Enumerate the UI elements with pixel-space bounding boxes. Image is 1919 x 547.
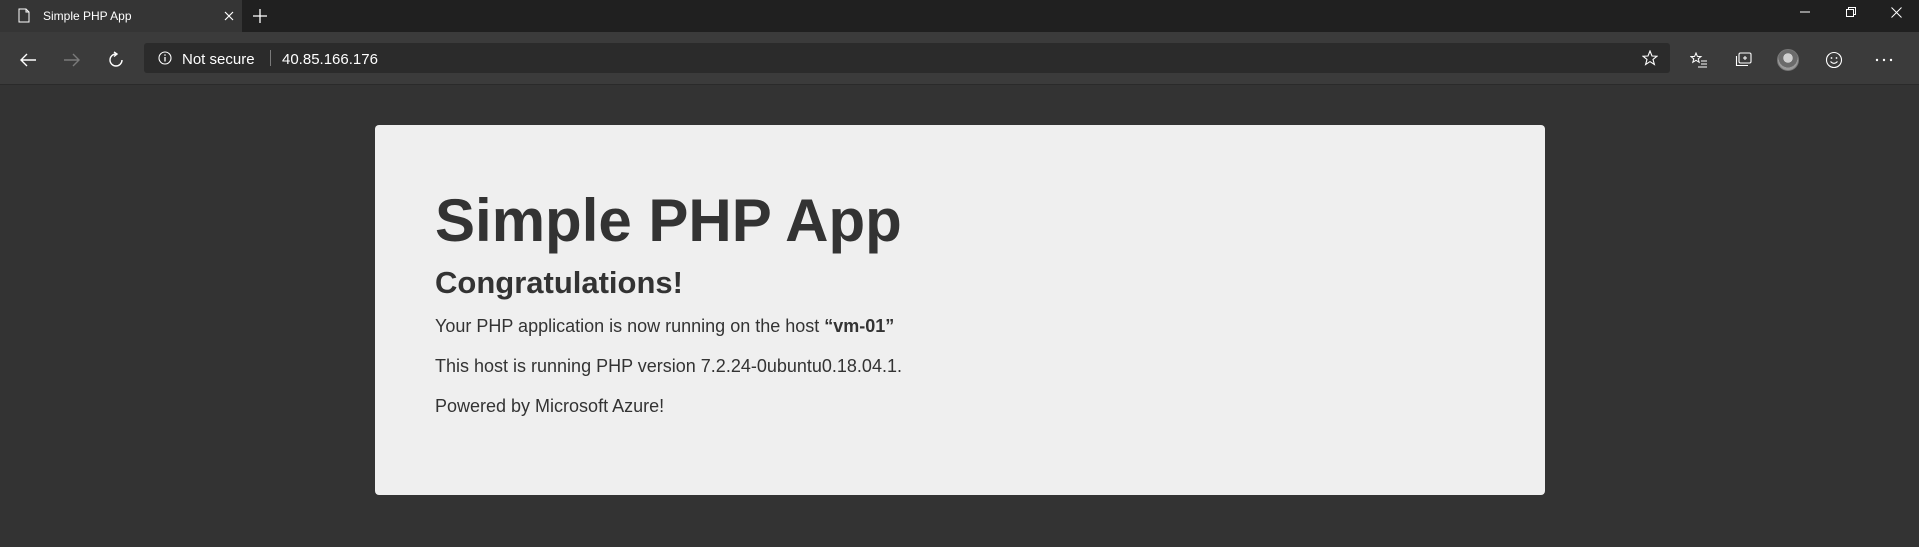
close-icon[interactable]: [222, 8, 236, 24]
page-title: Simple PHP App: [435, 187, 902, 254]
tab-strip: Simple PHP App: [0, 0, 1919, 32]
arrow-left-icon[interactable]: [12, 44, 44, 76]
collections-icon[interactable]: [1728, 44, 1760, 76]
content-card: Simple PHP App Congratulations! Your PHP…: [375, 125, 1545, 495]
url-text[interactable]: 40.85.166.176: [282, 51, 378, 68]
browser-tab[interactable]: Simple PHP App: [0, 0, 242, 32]
host-name: “vm-01”: [824, 316, 895, 336]
host-message: Your PHP application is now running on t…: [435, 315, 1485, 337]
powered-by-message: Powered by Microsoft Azure!: [435, 396, 665, 416]
plus-icon[interactable]: [250, 6, 270, 26]
host-message-text: Your PHP application is now running on t…: [435, 316, 825, 336]
php-version-message: This host is running PHP version 7.2.24-…: [435, 356, 902, 376]
star-icon[interactable]: [1641, 49, 1659, 66]
favorites-list-icon[interactable]: [1683, 44, 1715, 76]
tab-title: Simple PHP App: [43, 9, 132, 23]
restore-icon[interactable]: [1828, 0, 1874, 24]
security-label[interactable]: Not secure: [182, 51, 255, 68]
refresh-icon[interactable]: [100, 44, 132, 76]
page-icon: [18, 8, 30, 23]
more-icon[interactable]: [1868, 44, 1900, 76]
page-subtitle: Congratulations!: [435, 265, 683, 300]
smiley-icon[interactable]: [1818, 44, 1850, 76]
minimize-icon[interactable]: [1782, 0, 1828, 24]
avatar[interactable]: [1772, 44, 1804, 76]
address-separator: [270, 50, 271, 66]
profile-picture: [1777, 49, 1799, 71]
browser-toolbar: Not secure 40.85.166.176: [0, 32, 1919, 85]
arrow-right-icon[interactable]: [56, 44, 88, 76]
close-window-icon[interactable]: [1873, 0, 1919, 24]
info-icon[interactable]: [158, 51, 172, 65]
address-bar[interactable]: Not secure 40.85.166.176: [144, 43, 1670, 73]
page-viewport: Simple PHP App Congratulations! Your PHP…: [0, 85, 1919, 547]
